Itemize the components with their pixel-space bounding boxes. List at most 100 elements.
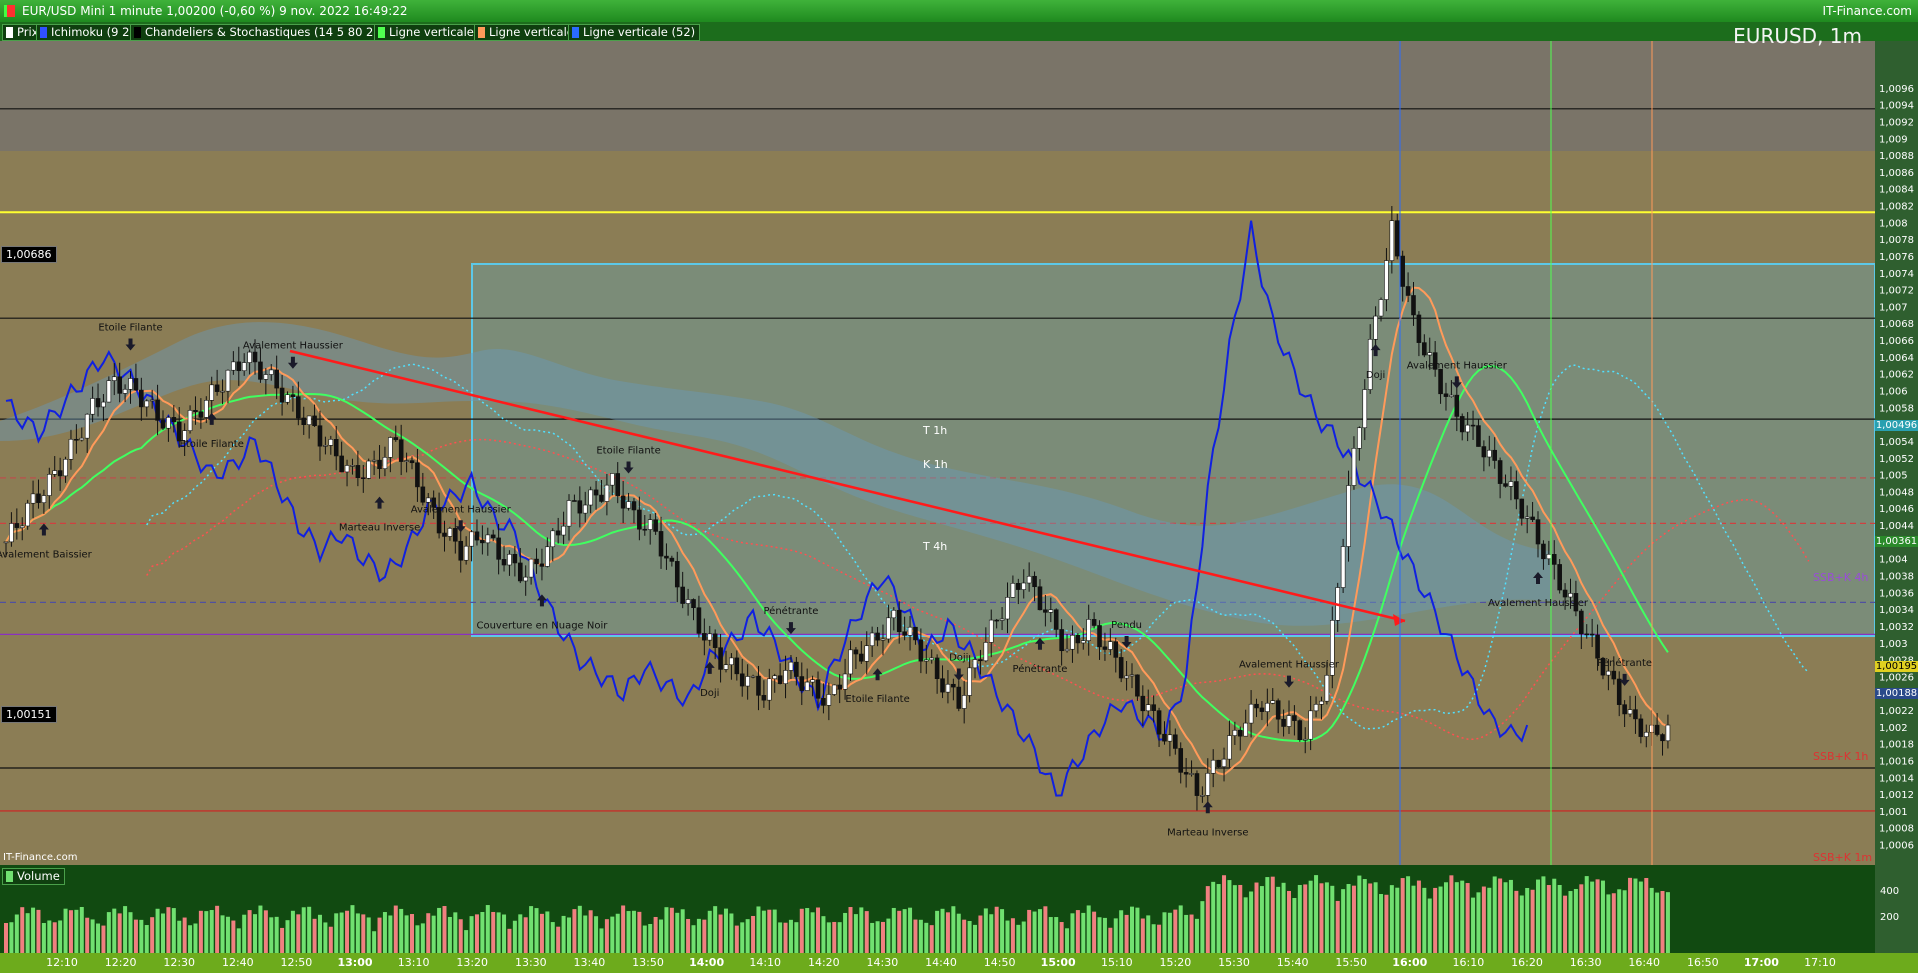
volume-bar [512, 920, 517, 953]
candle-body [1416, 314, 1422, 343]
legend-swatch-icon [6, 871, 13, 882]
time-axis-tick: 14:00 [689, 956, 725, 969]
candle-body [220, 390, 225, 393]
volume-bar [1222, 875, 1227, 953]
candle-body [236, 361, 242, 372]
volume-bar [1324, 882, 1329, 953]
time-axis[interactable]: 12:10 12:20 12:30 12:40 12:50 13:00 13:10 13:20… [0, 953, 1918, 973]
volume-bar [361, 914, 366, 953]
volume-bar [1124, 914, 1129, 953]
candle-body [794, 661, 799, 677]
candle-body [1032, 575, 1037, 588]
volume-bar [68, 910, 73, 953]
volume-bar [323, 922, 328, 953]
volume-bar [556, 926, 561, 953]
pattern-label: Doji [700, 688, 719, 699]
volume-bar [290, 910, 295, 953]
candle-body [739, 673, 745, 687]
pattern-label: Doji [949, 652, 968, 663]
candle-body [420, 486, 426, 503]
volume-bar [101, 925, 106, 953]
volume-bar [442, 906, 447, 953]
volume-bar [1503, 882, 1508, 953]
volume-bar [1140, 918, 1145, 953]
price-axis-tick: 1,0066 [1879, 336, 1914, 347]
volume-bar [1541, 876, 1546, 953]
candle-body [864, 645, 870, 662]
volume-bar [182, 917, 187, 953]
volume-bar [393, 905, 398, 953]
time-axis-tick: 17:10 [1804, 956, 1836, 969]
candle-body [1151, 704, 1156, 711]
volume-bar [545, 911, 550, 953]
time-axis-tick: 13:50 [632, 956, 664, 969]
price-chart[interactable]: Avalement Baissier Etoile Filante Etoile F… [0, 41, 1875, 865]
level-label-t1h: T 1h [923, 424, 948, 437]
candle-body [1362, 389, 1368, 429]
candle-body [875, 632, 880, 641]
price-axis-tick: 1,0026 [1879, 672, 1914, 683]
volume-bar [155, 908, 160, 953]
legend-swatch-icon [572, 27, 579, 38]
volume-bar [1373, 882, 1378, 953]
volume-bar [1119, 910, 1124, 953]
candle-body [274, 369, 279, 389]
level-label-ssb-k1m: SSB+K 1m [1813, 851, 1873, 864]
volume-bar [983, 908, 988, 953]
volume-bar [171, 908, 176, 953]
candle-body [63, 458, 68, 477]
volume-bar [1043, 906, 1048, 953]
candle-body [961, 695, 967, 709]
volume-bar [875, 921, 880, 953]
candle-body [306, 415, 312, 425]
volume-bar [1568, 891, 1573, 953]
volume-bar [772, 909, 777, 953]
volume-bar [870, 922, 875, 953]
volume-bar [1590, 881, 1595, 953]
volume-bar [561, 915, 566, 953]
candle-body [1568, 593, 1573, 598]
candle-body [122, 388, 128, 394]
candle-body [128, 378, 133, 390]
candle-body [1275, 700, 1281, 720]
candle-body [187, 410, 193, 431]
candle-body [296, 396, 301, 419]
candle-body [572, 500, 577, 502]
candle-body [588, 489, 593, 506]
candle-body [1584, 633, 1590, 636]
volume-bar [880, 921, 885, 953]
volume-bar [745, 919, 750, 953]
time-axis-tick: 12:50 [280, 956, 313, 969]
candle-body [1070, 634, 1075, 650]
candle-body [1216, 759, 1221, 768]
volume-bar [36, 909, 41, 953]
volume-bar [945, 912, 950, 953]
price-axis-tick: 1,0038 [1879, 571, 1914, 582]
candle-body [934, 657, 940, 680]
candle-body [263, 374, 269, 380]
volume-bar [1259, 886, 1264, 953]
price-axis-tick: 1,0086 [1879, 168, 1914, 179]
legend-item-vline-52[interactable]: Ligne verticale (52) [568, 24, 701, 41]
volume-bar [312, 918, 317, 953]
candle-body [1519, 498, 1525, 519]
volume-bar [188, 925, 193, 953]
price-axis-tick: 1,0094 [1879, 101, 1914, 112]
candle-body [642, 528, 648, 531]
volume-bar [215, 905, 220, 953]
legend-item-volume[interactable]: Volume [2, 868, 65, 885]
volume-bar [918, 919, 923, 953]
candle-body [458, 540, 464, 561]
candle-body [350, 465, 355, 467]
volume-bar [177, 920, 182, 953]
price-axis-tick: 1,0072 [1879, 286, 1914, 297]
candle-body [90, 398, 95, 415]
candle-body [1589, 633, 1595, 636]
price-axis-tick: 1,0034 [1879, 605, 1914, 616]
candle-body [945, 683, 951, 693]
volume-bar [14, 914, 19, 953]
candle-body [453, 528, 458, 542]
volume-bar [1070, 913, 1075, 953]
price-axis-tick: 1,0006 [1879, 841, 1914, 852]
candle-body [382, 457, 388, 469]
